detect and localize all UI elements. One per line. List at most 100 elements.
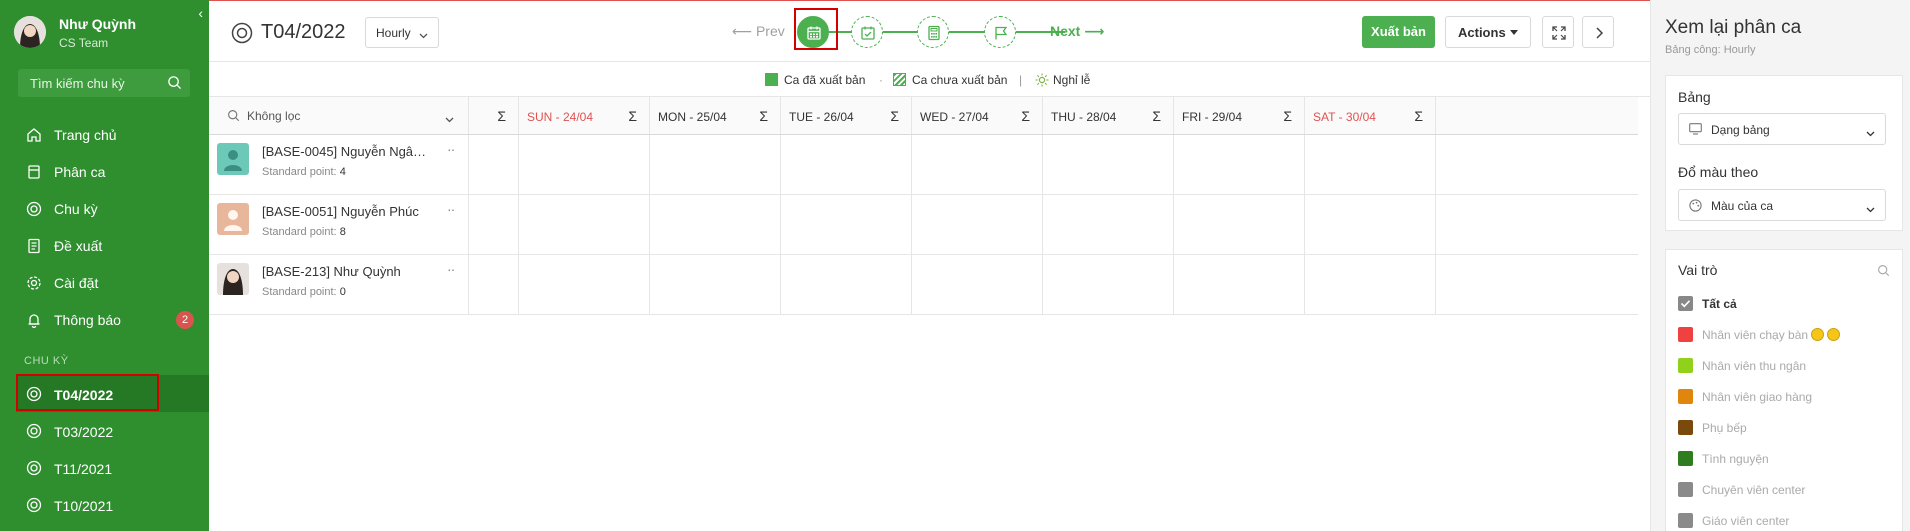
legend-unpublished-label: Ca chưa xuất bản [912,73,1008,87]
nav-item-shifts[interactable]: Phân ca [0,153,209,190]
gear-icon [26,275,42,291]
role-color-swatch[interactable] [1678,420,1693,435]
day-label: WED - 27/04 [920,110,989,124]
layers-icon [26,164,42,180]
shift-cell[interactable] [1043,255,1174,314]
step-calculator[interactable] [917,16,949,48]
user-profile[interactable]: Như Quỳnh CS Team [14,14,204,54]
employee-cell[interactable]: [BASE-0051] Nguyễn Phúc Standard point: … [209,195,469,254]
checkbox[interactable] [1678,296,1693,311]
legend-dot: · [879,73,883,87]
next-panel-button[interactable] [1582,16,1614,48]
employee-cell[interactable]: [BASE-0045] Nguyễn Ngân Hà Standard poin… [209,135,469,194]
role-color-swatch[interactable] [1678,358,1693,373]
cycle-item-label: T11/2021 [54,461,113,477]
nav-item-label: Cài đặt [54,275,99,291]
table-row: [BASE-213] Như Quỳnh Standard point: 0 ·… [209,255,1638,315]
shift-cell[interactable] [1174,135,1305,194]
cycle-item-label: T03/2022 [54,424,114,440]
cycle-item-t03-2022[interactable]: T03/2022 [0,412,209,449]
avatar[interactable] [14,16,46,48]
shift-cell[interactable] [1305,255,1436,314]
shift-cell[interactable] [1043,195,1174,254]
role-color-swatch[interactable] [1678,327,1693,342]
shift-cell[interactable] [912,195,1043,254]
employee-cell[interactable]: [BASE-213] Như Quỳnh Standard point: 0 ·… [209,255,469,314]
shift-cell[interactable] [781,255,912,314]
nav-item-label: Đề xuất [54,238,103,254]
shift-cell[interactable] [781,195,912,254]
nav-item-cycles[interactable]: Chu kỳ [0,190,209,227]
employee-filter[interactable] [209,97,469,134]
cycle-item-t10-2021[interactable]: T10/2021 [0,486,209,523]
nav-item-home[interactable]: Trang chủ [0,116,209,153]
table-view-select[interactable]: Dạng bảng [1678,113,1886,145]
shift-cell[interactable] [519,135,650,194]
nav-item-settings[interactable]: Cài đặt [0,264,209,301]
role-label: Chuyên viên center [1702,483,1806,497]
more-options-icon[interactable]: ·· [447,141,455,157]
color-by-select[interactable]: Màu của ca [1678,189,1886,221]
more-options-icon[interactable]: ·· [447,261,455,277]
publish-button[interactable]: Xuất bản [1362,16,1435,48]
timesheet-mode-select[interactable]: Hourly [365,17,439,48]
nav-item-label: Trang chủ [54,127,117,143]
notification-badge: 2 [176,311,194,329]
shift-cell[interactable] [650,135,781,194]
more-options-icon[interactable]: ·· [447,201,455,217]
role-label: Tất cả [1702,297,1737,311]
day-header-thu: THU - 28/04 Σ [1043,97,1174,134]
nav-item-notifications[interactable]: Thông báo 2 [0,301,209,338]
shift-cell[interactable] [650,195,781,254]
day-label: THU - 28/04 [1051,110,1117,124]
review-panel: Xem lại phân ca Bảng công: Hourly Bảng D… [1650,0,1910,531]
fullscreen-button[interactable] [1542,16,1574,48]
next-step-button[interactable]: Next ⟶ [1050,23,1104,40]
search-icon[interactable] [167,75,182,93]
legend-published-label: Ca đã xuất bản [784,73,866,87]
shift-cell[interactable] [1305,135,1436,194]
grid-header-row: Σ SUN - 24/04 Σ MON - 25/04 Σ TUE - 26/04 Σ… [209,97,1638,135]
shift-cell[interactable] [1174,255,1305,314]
search-icon[interactable] [1877,264,1890,280]
shift-cell[interactable] [519,195,650,254]
shift-cell[interactable] [912,255,1043,314]
employee-filter-input[interactable] [247,106,427,126]
shift-cell[interactable] [519,255,650,314]
actions-dropdown-button[interactable]: Actions [1445,16,1531,48]
role-color-swatch[interactable] [1678,451,1693,466]
shift-cell[interactable] [781,135,912,194]
shift-cell[interactable] [912,135,1043,194]
chevron-down-icon[interactable] [445,111,454,126]
chevron-down-icon [1866,202,1875,216]
role-label: Nhân viên thu ngân [1702,359,1807,373]
shift-cell[interactable] [1305,195,1436,254]
legend-unpublished: Ca chưa xuất bản [893,73,1007,87]
unpublished-swatch [893,73,906,86]
view-options-card: Bảng Dạng bảng Đổ màu theo Màu của ca [1665,75,1903,231]
collapse-sidebar-icon[interactable]: ‹ [198,6,203,20]
role-color-swatch[interactable] [1678,482,1693,497]
prev-step-button[interactable]: ⟵ Prev [732,23,785,40]
nav-item-proposals[interactable]: Đề xuất [0,227,209,264]
home-icon [26,127,42,143]
table-row: [BASE-0045] Nguyễn Ngân Hà Standard poin… [209,135,1638,195]
shift-cell[interactable] [1043,135,1174,194]
day-label: TUE - 26/04 [789,110,854,124]
shift-cell[interactable] [1174,195,1305,254]
step-calendar-check[interactable] [851,16,883,48]
cycle-search-input[interactable] [18,69,168,97]
nav-item-label: Chu kỳ [54,201,98,217]
day-label: MON - 25/04 [658,110,727,124]
cycle-item-t04-2022[interactable]: T04/2022 [16,375,209,412]
chevron-down-icon [1866,126,1875,140]
role-color-swatch[interactable] [1678,513,1693,528]
cycle-icon [26,497,42,516]
bell-icon [26,312,42,329]
sidebar: Như Quỳnh CS Team ‹ Trang chủ Phân ca Ch… [0,0,209,531]
cycle-item-t11-2021[interactable]: T11/2021 [0,449,209,486]
step-finish[interactable] [984,16,1016,48]
step-calendar[interactable] [797,16,829,48]
role-color-swatch[interactable] [1678,389,1693,404]
shift-cell[interactable] [650,255,781,314]
